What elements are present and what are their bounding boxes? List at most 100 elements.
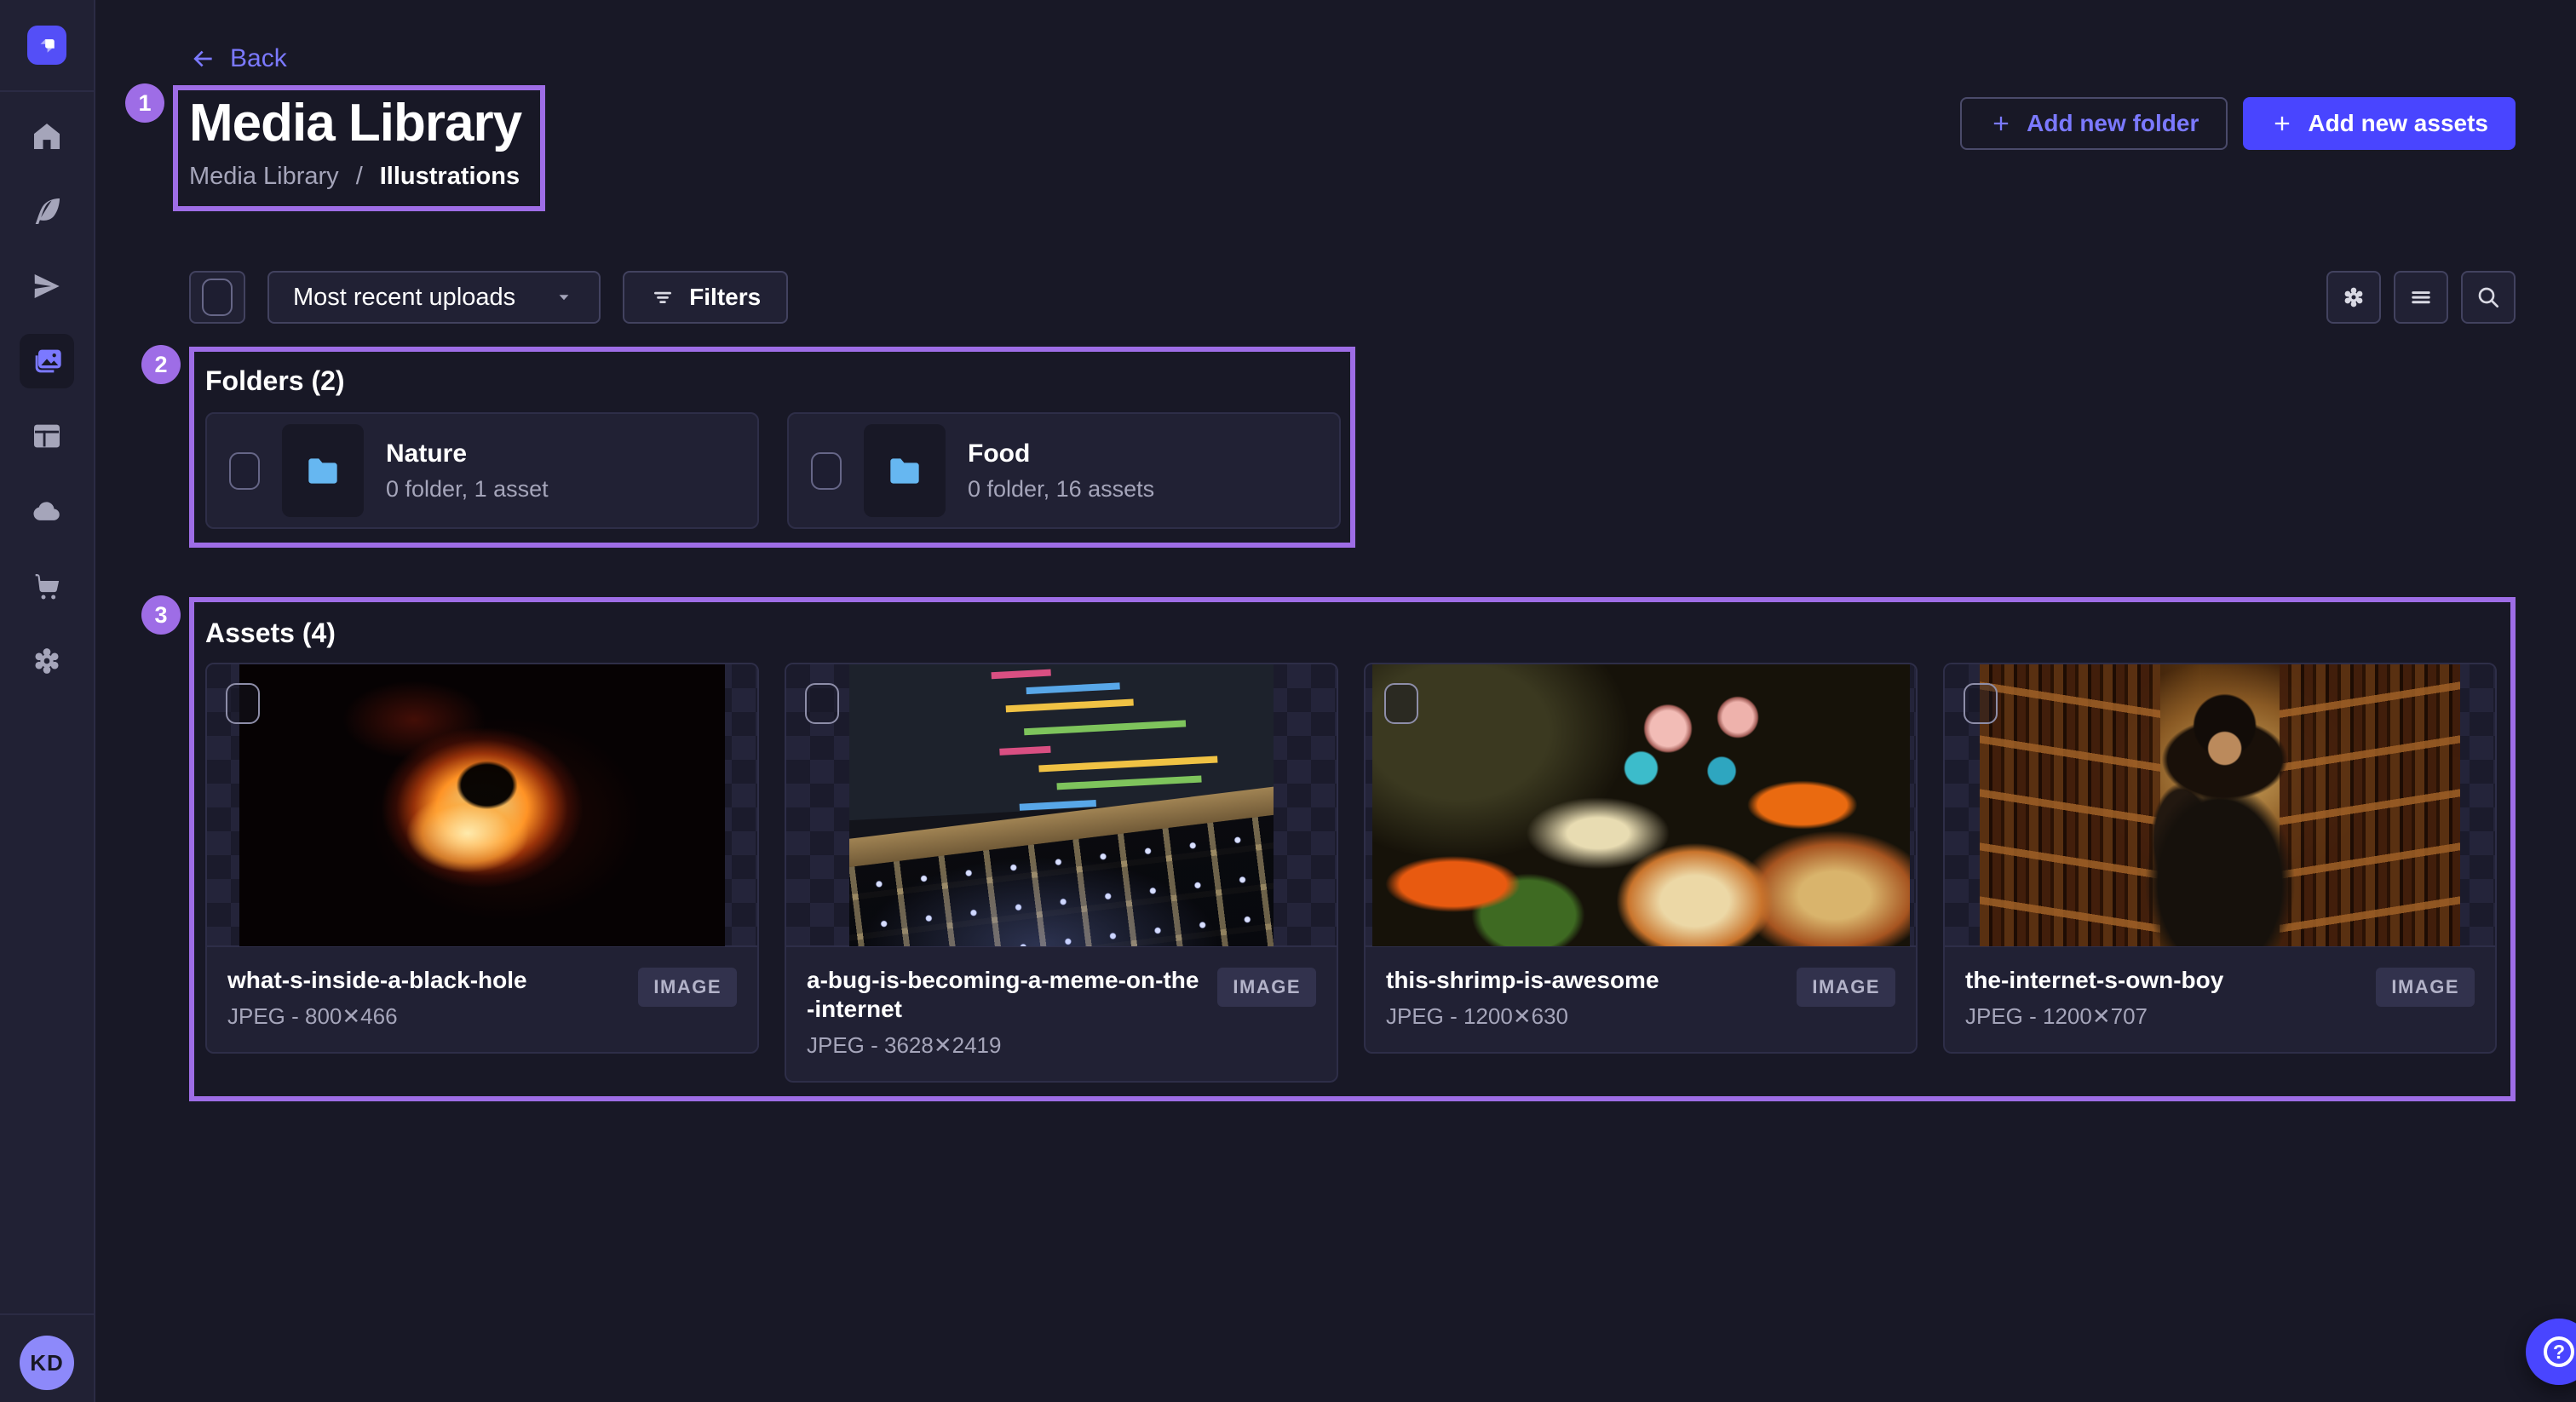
sidebar-footer-divider xyxy=(0,1313,95,1315)
folder-checkbox[interactable] xyxy=(229,452,260,490)
asset-meta: JPEG - 1200✕707 xyxy=(1965,1003,2223,1030)
list-icon xyxy=(2407,284,2435,311)
asset-checkbox[interactable] xyxy=(226,683,260,724)
assets-heading: Assets (4) xyxy=(205,618,2497,649)
images-icon xyxy=(30,344,64,378)
help-button[interactable]: ? xyxy=(2526,1319,2576,1385)
folder-tile xyxy=(864,424,946,517)
select-all-checkbox[interactable] xyxy=(202,279,233,316)
sidebar-item-home[interactable] xyxy=(20,109,74,164)
filters-label: Filters xyxy=(689,284,761,311)
folder-card-nature[interactable]: Nature 0 folder, 1 asset xyxy=(205,412,759,529)
add-new-assets-button[interactable]: Add new assets xyxy=(2243,97,2516,150)
sidebar-item-settings[interactable] xyxy=(20,634,74,688)
asset-card-internets-own-boy[interactable]: the-internet-s-own-boy JPEG - 1200✕707 I… xyxy=(1943,663,2497,1054)
plus-icon xyxy=(2270,112,2294,135)
asset-meta: JPEG - 800✕466 xyxy=(227,1003,527,1030)
asset-info: what-s-inside-a-black-hole JPEG - 800✕46… xyxy=(207,947,757,1052)
asset-card-black-hole[interactable]: what-s-inside-a-black-hole JPEG - 800✕46… xyxy=(205,663,759,1054)
back-label: Back xyxy=(230,44,287,73)
asset-thumbnail xyxy=(1945,664,2495,947)
sidebar-item-content-manager[interactable] xyxy=(20,409,74,463)
sidebar-item-marketplace[interactable] xyxy=(20,559,74,613)
folder-icon xyxy=(883,450,926,492)
gear-icon xyxy=(30,644,64,678)
annotation-badge-2: 2 xyxy=(141,345,181,384)
asset-type-badge: IMAGE xyxy=(638,968,737,1007)
add-new-folder-button[interactable]: Add new folder xyxy=(1960,97,2228,150)
annotation-badge-1: 1 xyxy=(125,83,164,123)
asset-meta: JPEG - 3628✕2419 xyxy=(807,1032,1202,1059)
add-new-assets-label: Add new assets xyxy=(2308,110,2488,137)
folder-meta: 0 folder, 1 asset xyxy=(386,476,549,503)
annotation-box-3: 3 Assets (4) what-s-inside-a-black-hole … xyxy=(189,597,2516,1101)
breadcrumb-separator: / xyxy=(356,162,363,191)
folder-checkbox[interactable] xyxy=(811,452,842,490)
asset-checkbox[interactable] xyxy=(805,683,839,724)
asset-text: the-internet-s-own-boy JPEG - 1200✕707 xyxy=(1965,966,2223,1030)
sidebar-item-deploy[interactable] xyxy=(20,484,74,538)
sort-dropdown[interactable]: Most recent uploads xyxy=(267,271,601,324)
feather-icon xyxy=(30,194,64,228)
asset-text: a-bug-is-becoming-a-meme-on-the-internet… xyxy=(807,966,1202,1059)
sidebar-item-media-library[interactable] xyxy=(20,334,74,388)
folder-text: Nature 0 folder, 1 asset xyxy=(386,440,549,503)
sidebar-item-content-type-builder[interactable] xyxy=(20,184,74,238)
asset-text: what-s-inside-a-black-hole JPEG - 800✕46… xyxy=(227,966,527,1030)
sort-value: Most recent uploads xyxy=(293,284,515,312)
folder-name: Food xyxy=(968,440,1154,468)
header-actions: Add new folder Add new assets xyxy=(1960,97,2516,150)
asset-name: what-s-inside-a-black-hole xyxy=(227,966,527,995)
list-view-button[interactable] xyxy=(2394,271,2448,324)
asset-checkbox[interactable] xyxy=(1964,683,1998,724)
person-figure-art xyxy=(1980,664,2460,946)
annotation-box-2: 2 Folders (2) Nature 0 folder, 1 asset xyxy=(189,347,1355,548)
strapi-logo[interactable] xyxy=(27,26,66,65)
filters-button[interactable]: Filters xyxy=(623,271,788,324)
settings-view-button[interactable] xyxy=(2326,271,2381,324)
toolbar-left: Most recent uploads Filters xyxy=(189,271,788,324)
folder-name: Nature xyxy=(386,440,549,468)
asset-type-badge: IMAGE xyxy=(1797,968,1895,1007)
search-icon xyxy=(2475,284,2502,311)
toolbar: Most recent uploads Filters xyxy=(189,271,2516,324)
search-button[interactable] xyxy=(2461,271,2516,324)
plus-icon xyxy=(1989,112,2013,135)
asset-info: this-shrimp-is-awesome JPEG - 1200✕630 I… xyxy=(1366,947,1916,1052)
asset-meta: JPEG - 1200✕630 xyxy=(1386,1003,1659,1030)
arrow-left-icon xyxy=(189,45,216,72)
asset-name: a-bug-is-becoming-a-meme-on-the-internet xyxy=(807,966,1202,1024)
sidebar-nav xyxy=(20,109,74,688)
back-link[interactable]: Back xyxy=(189,44,287,73)
asset-checkbox[interactable] xyxy=(1384,683,1418,724)
folder-grid: Nature 0 folder, 1 asset Food 0 folder, … xyxy=(205,412,1341,529)
avatar[interactable]: KD xyxy=(20,1336,74,1390)
asset-grid: what-s-inside-a-black-hole JPEG - 800✕46… xyxy=(205,663,2497,1083)
home-icon xyxy=(30,119,64,153)
paper-plane-icon xyxy=(30,269,64,303)
mantis-shrimp-image xyxy=(1372,664,1910,946)
page-title: Media Library xyxy=(189,97,521,150)
sidebar: KD xyxy=(0,0,95,1402)
folder-meta: 0 folder, 16 assets xyxy=(968,476,1154,503)
asset-card-bug-meme[interactable]: a-bug-is-becoming-a-meme-on-the-internet… xyxy=(785,663,1338,1083)
asset-info: the-internet-s-own-boy JPEG - 1200✕707 I… xyxy=(1945,947,2495,1052)
asset-text: this-shrimp-is-awesome JPEG - 1200✕630 xyxy=(1386,966,1659,1030)
laptop-glow-art xyxy=(849,664,1274,946)
asset-card-shrimp[interactable]: this-shrimp-is-awesome JPEG - 1200✕630 I… xyxy=(1364,663,1918,1054)
sidebar-footer: KD xyxy=(0,1313,94,1402)
asset-thumbnail xyxy=(1366,664,1916,947)
add-new-folder-label: Add new folder xyxy=(2027,110,2199,137)
sidebar-item-releases[interactable] xyxy=(20,259,74,313)
chevron-down-icon xyxy=(553,286,575,308)
folder-card-food[interactable]: Food 0 folder, 16 assets xyxy=(787,412,1341,529)
breadcrumb-current: Illustrations xyxy=(380,162,520,191)
app-root: KD Back 1 Media Library Media Library / … xyxy=(0,0,2576,1402)
header-row: 1 Media Library Media Library / Illustra… xyxy=(189,85,2516,211)
black-hole-image xyxy=(239,664,725,946)
layout-icon xyxy=(30,419,64,453)
gear-icon xyxy=(2340,284,2367,311)
question-icon: ? xyxy=(2544,1336,2574,1367)
sidebar-divider xyxy=(0,90,95,92)
breadcrumb-root[interactable]: Media Library xyxy=(189,162,339,191)
